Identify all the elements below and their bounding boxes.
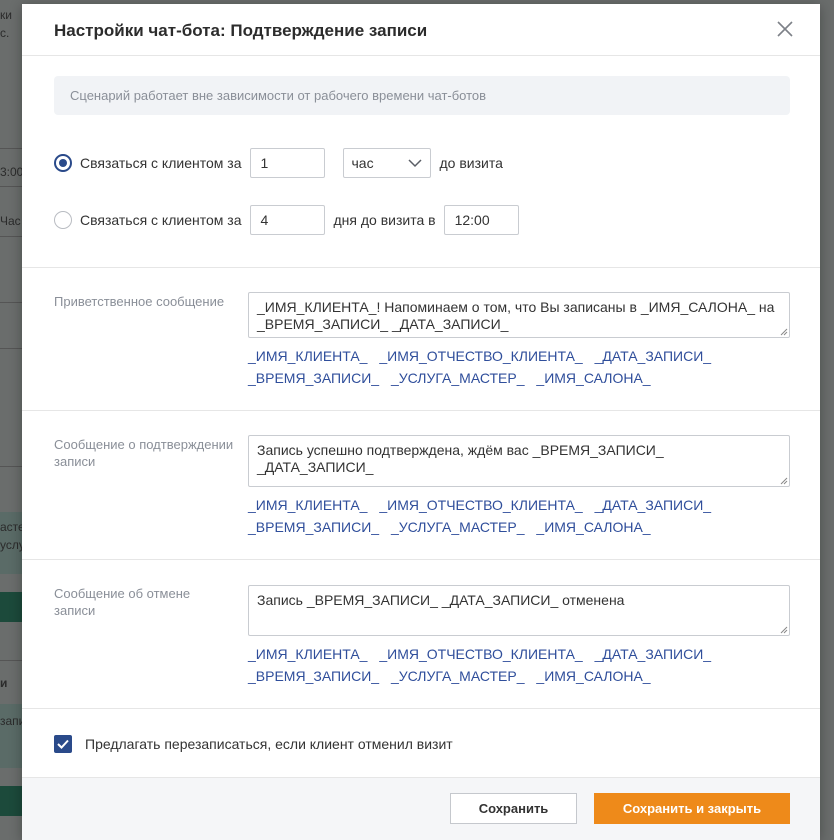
- variable-client-name[interactable]: _ИМЯ_КЛИЕНТА_: [248, 646, 367, 662]
- bg-fragment: услу: [0, 538, 22, 552]
- variable-service-master[interactable]: _УСЛУГА_МАСТЕР_: [391, 370, 525, 386]
- section-divider: [22, 267, 820, 268]
- section-divider: [22, 708, 820, 709]
- variable-client-name[interactable]: _ИМЯ_КЛИЕНТА_: [248, 497, 367, 513]
- cancellation-variables: _ИМЯ_КЛИЕНТА_ _ИМЯ_ОТЧЕСТВО_КЛИЕНТА_ _ДА…: [248, 643, 808, 687]
- greeting-message-label: Приветственное сообщение: [54, 294, 225, 309]
- variable-client-patronymic[interactable]: _ИМЯ_ОТЧЕСТВО_КЛИЕНТА_: [379, 497, 582, 513]
- greeting-variables: _ИМЯ_КЛИЕНТА_ _ИМЯ_ОТЧЕСТВО_КЛИЕНТА_ _ДА…: [248, 345, 808, 389]
- bg-divider: [0, 348, 22, 349]
- cancellation-message-input[interactable]: Запись _ВРЕМЯ_ЗАПИСИ_ _ДАТА_ЗАПИСИ_ отме…: [248, 585, 790, 636]
- variable-record-time[interactable]: _ВРЕМЯ_ЗАПИСИ_: [248, 370, 379, 386]
- variable-record-date[interactable]: _ДАТА_ЗАПИСИ_: [595, 497, 711, 513]
- section-divider: [22, 559, 820, 560]
- confirmation-message-label: Сообщение о подтверждении записи: [54, 437, 234, 469]
- rebook-label: Предлагать перезаписаться, если клиент о…: [85, 736, 453, 752]
- bg-button: [0, 786, 22, 816]
- modal-title: Настройки чат-бота: Подтверждение записи: [54, 21, 428, 40]
- schedule-notice: Сценарий работает вне зависимости от раб…: [54, 76, 790, 115]
- bg-fragment: с.: [0, 26, 10, 40]
- time-unit-select[interactable]: час: [342, 148, 431, 178]
- rebook-checkbox[interactable]: [54, 735, 72, 753]
- cancellation-message-label: Сообщение об отмене записи: [54, 586, 191, 618]
- bg-divider: [0, 236, 22, 237]
- variable-service-master[interactable]: _УСЛУГА_МАСТЕР_: [391, 519, 525, 535]
- variable-record-time[interactable]: _ВРЕМЯ_ЗАПИСИ_: [248, 668, 379, 684]
- bg-divider: [0, 302, 22, 303]
- resize-handle-icon[interactable]: [780, 328, 788, 336]
- greeting-message-input[interactable]: _ИМЯ_КЛИЕНТА_! Напоминаем о том, что Вы …: [248, 292, 790, 338]
- bg-fragment: Час: [0, 214, 21, 228]
- variable-client-patronymic[interactable]: _ИМЯ_ОТЧЕСТВО_КЛИЕНТА_: [379, 646, 582, 662]
- greeting-message-text: _ИМЯ_КЛИЕНТА_! Напоминаем о том, что Вы …: [257, 299, 775, 332]
- section-divider: [22, 410, 820, 411]
- option-days-label: Связаться с клиентом за: [80, 212, 242, 228]
- chatbot-settings-modal: Настройки чат-бота: Подтверждение записи…: [22, 4, 820, 840]
- variable-service-master[interactable]: _УСЛУГА_МАСТЕР_: [391, 668, 525, 684]
- option-hours-radio[interactable]: [54, 154, 72, 172]
- bg-divider: [0, 186, 22, 187]
- bg-fragment: и: [0, 676, 8, 690]
- resize-handle-icon[interactable]: [780, 626, 788, 634]
- bg-button: [0, 592, 22, 622]
- variable-salon-name[interactable]: _ИМЯ_САЛОНА_: [536, 370, 650, 386]
- variable-record-date[interactable]: _ДАТА_ЗАПИСИ_: [595, 348, 711, 364]
- variable-client-patronymic[interactable]: _ИМЯ_ОТЧЕСТВО_КЛИЕНТА_: [379, 348, 582, 364]
- option-days-radio[interactable]: [54, 211, 72, 229]
- variable-client-name[interactable]: _ИМЯ_КЛИЕНТА_: [248, 348, 367, 364]
- option-hours-before: Связаться с клиентом за 1 час до визита: [54, 148, 503, 178]
- save-and-close-button[interactable]: Сохранить и закрыть: [594, 793, 790, 824]
- rebook-option: Предлагать перезаписаться, если клиент о…: [54, 735, 453, 753]
- option-hours-suffix: до визита: [439, 155, 503, 171]
- variable-record-date[interactable]: _ДАТА_ЗАПИСИ_: [595, 646, 711, 662]
- bg-fragment: асте: [0, 520, 22, 534]
- time-unit-value: час: [351, 155, 374, 171]
- confirmation-message-input[interactable]: Запись успешно подтверждена, ждём вас _В…: [248, 435, 790, 487]
- bg-fragment: ки: [0, 8, 12, 22]
- resize-handle-icon[interactable]: [780, 477, 788, 485]
- visit-time-input[interactable]: 12:00: [443, 205, 519, 235]
- bg-divider: [0, 466, 22, 467]
- save-button[interactable]: Сохранить: [450, 793, 577, 824]
- close-button[interactable]: [776, 20, 794, 38]
- variable-salon-name[interactable]: _ИМЯ_САЛОНА_: [536, 668, 650, 684]
- modal-header: Настройки чат-бота: Подтверждение записи: [22, 4, 820, 56]
- confirmation-message-text: Запись успешно подтверждена, ждём вас _В…: [257, 442, 664, 475]
- confirmation-variables: _ИМЯ_КЛИЕНТА_ _ИМЯ_ОТЧЕСТВО_КЛИЕНТА_ _ДА…: [248, 494, 808, 538]
- cancellation-message-text: Запись _ВРЕМЯ_ЗАПИСИ_ _ДАТА_ЗАПИСИ_ отме…: [257, 592, 625, 608]
- close-icon: [777, 21, 793, 37]
- checkmark-icon: [57, 739, 69, 749]
- option-days-middle: дня до визита в: [333, 212, 436, 228]
- days-value-input[interactable]: 4: [249, 205, 325, 235]
- variable-record-time[interactable]: _ВРЕМЯ_ЗАПИСИ_: [248, 519, 379, 535]
- bg-fragment: запи: [0, 714, 22, 728]
- hours-value-input[interactable]: 1: [249, 148, 325, 178]
- bg-fragment: 3:00: [0, 165, 22, 179]
- variable-salon-name[interactable]: _ИМЯ_САЛОНА_: [536, 519, 650, 535]
- bg-divider: [0, 148, 22, 149]
- bg-divider: [0, 660, 22, 661]
- chevron-down-icon: [407, 159, 422, 168]
- modal-footer: Сохранить Сохранить и закрыть: [22, 777, 820, 840]
- option-hours-label: Связаться с клиентом за: [80, 155, 242, 171]
- option-days-before: Связаться с клиентом за 4 дня до визита …: [54, 205, 519, 235]
